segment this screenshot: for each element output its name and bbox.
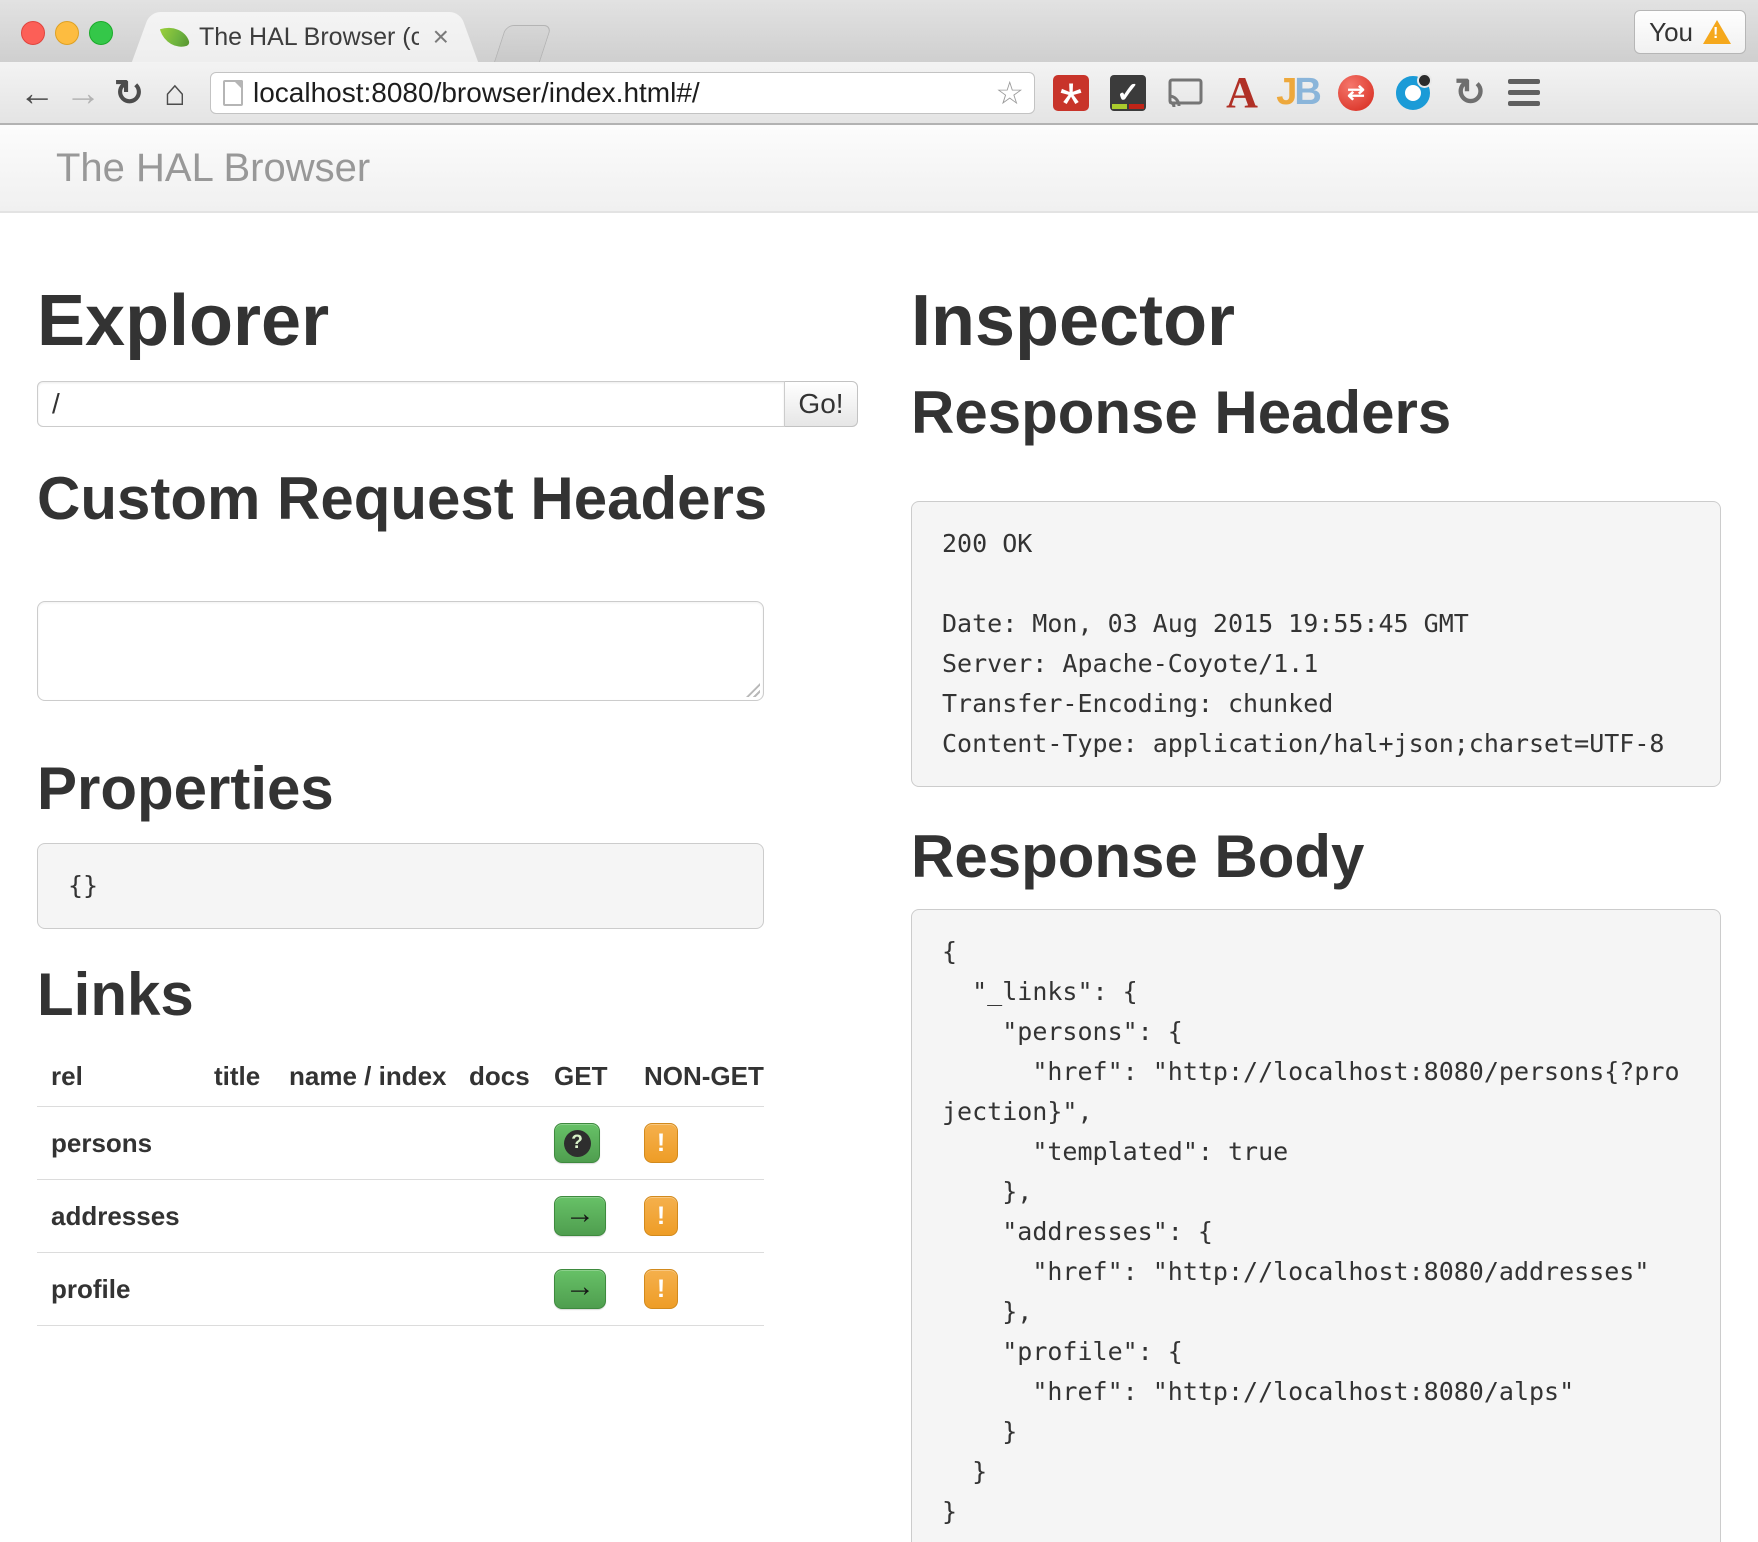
explorer-title: Explorer [37,281,858,361]
window-controls [21,21,113,45]
history-sync-icon[interactable]: ↻ [1452,75,1488,111]
table-row: addresses → ! [37,1180,764,1253]
rel-value: addresses [37,1180,200,1253]
col-rel: rel [37,1049,200,1107]
tab-strip: The HAL Browser (customiz × You ! [0,0,1758,62]
custom-headers-textarea[interactable] [37,601,764,701]
response-body-box: { "_links": { "persons": { "href": "http… [911,909,1721,1542]
tab-close-icon[interactable]: × [429,23,453,51]
col-title: title [200,1049,275,1107]
properties-value: {} [37,843,764,929]
links-table: rel title name / index docs GET NON-GET … [37,1049,764,1326]
non-get-button[interactable]: ! [644,1269,678,1309]
links-title: Links [37,963,858,1027]
col-docs: docs [455,1049,540,1107]
main-content: Explorer Go! Custom Request Headers Prop… [0,213,1758,1542]
col-name-index: name / index [275,1049,455,1107]
page-icon [223,80,243,106]
inspector-title: Inspector [911,281,1721,361]
rel-value: profile [37,1253,200,1326]
col-get: GET [540,1049,630,1107]
properties-title: Properties [37,757,858,821]
spring-leaf-favicon [161,23,189,51]
exclamation-icon: ! [657,1129,665,1158]
minimize-window-button[interactable] [55,21,79,45]
arrow-right-icon: → [565,1272,595,1302]
non-get-button[interactable]: ! [644,1196,678,1236]
response-body-json: { "_links": { "persons": { "href": "http… [942,937,1680,1526]
close-window-button[interactable] [21,21,45,45]
chrome-menu-icon[interactable] [1508,79,1540,106]
table-row: profile → ! [37,1253,764,1326]
lastpass-extension-icon[interactable]: * [1053,75,1089,111]
custom-headers-wrap [37,601,764,701]
profile-label: You [1649,17,1693,48]
response-body-title: Response Body [911,825,1721,889]
browser-toolbar: ← → ↻ ⌂ localhost:8080/browser/index.htm… [0,62,1758,125]
links-header-row: rel title name / index docs GET NON-GET [37,1049,764,1107]
explorer-panel: Explorer Go! Custom Request Headers Prop… [37,213,858,1326]
url-text[interactable]: localhost:8080/browser/index.html#/ [253,77,985,109]
arrow-right-icon: → [565,1199,595,1229]
checkmark-extension-icon[interactable]: ✓ [1110,75,1146,111]
new-tab-button[interactable] [494,25,552,62]
get-button[interactable]: ? [554,1123,600,1163]
non-get-button[interactable]: ! [644,1123,678,1163]
feedly-extension-icon[interactable] [1658,1450,1704,1496]
blue-ring-extension-icon[interactable] [1395,75,1431,111]
response-headers-box: 200 OK Date: Mon, 03 Aug 2015 19:55:45 G… [911,501,1721,787]
exclamation-icon: ! [657,1202,665,1231]
url-path: /browser/index.html#/ [434,77,700,108]
app-header: The HAL Browser [0,125,1758,213]
rel-value: persons [37,1107,200,1180]
col-non-get: NON-GET [630,1049,764,1107]
address-bar[interactable]: localhost:8080/browser/index.html#/ ☆ [210,72,1035,114]
go-button[interactable]: Go! [785,381,858,427]
back-button[interactable]: ← [14,75,60,111]
home-button[interactable]: ⌂ [152,75,198,111]
resource-path-input[interactable] [37,381,785,427]
custom-request-headers-title: Custom Request Headers [37,467,858,531]
reload-button[interactable]: ↻ [106,75,152,111]
profile-button[interactable]: You ! [1634,10,1746,54]
extension-icons: * ✓ A JB ⇄ ↻ [1053,75,1488,111]
jb-extension-icon[interactable]: JB [1281,75,1317,111]
exclamation-icon: ! [657,1275,665,1304]
warning-icon: ! [1703,20,1731,44]
bookmark-star-icon[interactable]: ☆ [995,74,1024,112]
get-button[interactable]: → [554,1269,606,1309]
letter-a-extension-icon[interactable]: A [1224,75,1260,111]
app-title: The HAL Browser [56,146,370,191]
chromecast-extension-icon[interactable] [1167,75,1203,111]
inspector-panel: Inspector Response Headers 200 OK Date: … [911,213,1721,1542]
forward-button[interactable]: → [60,75,106,111]
red-circle-extension-icon[interactable]: ⇄ [1338,75,1374,111]
url-host: localhost:8080 [253,77,434,108]
question-icon: ? [564,1130,591,1157]
browser-tab[interactable]: The HAL Browser (customiz × [155,12,455,62]
zoom-window-button[interactable] [89,21,113,45]
tab-title: The HAL Browser (customiz [199,23,419,52]
get-button[interactable]: → [554,1196,606,1236]
address-input-group: Go! [37,381,858,427]
response-headers-title: Response Headers [911,381,1721,445]
table-row: persons ? ! [37,1107,764,1180]
